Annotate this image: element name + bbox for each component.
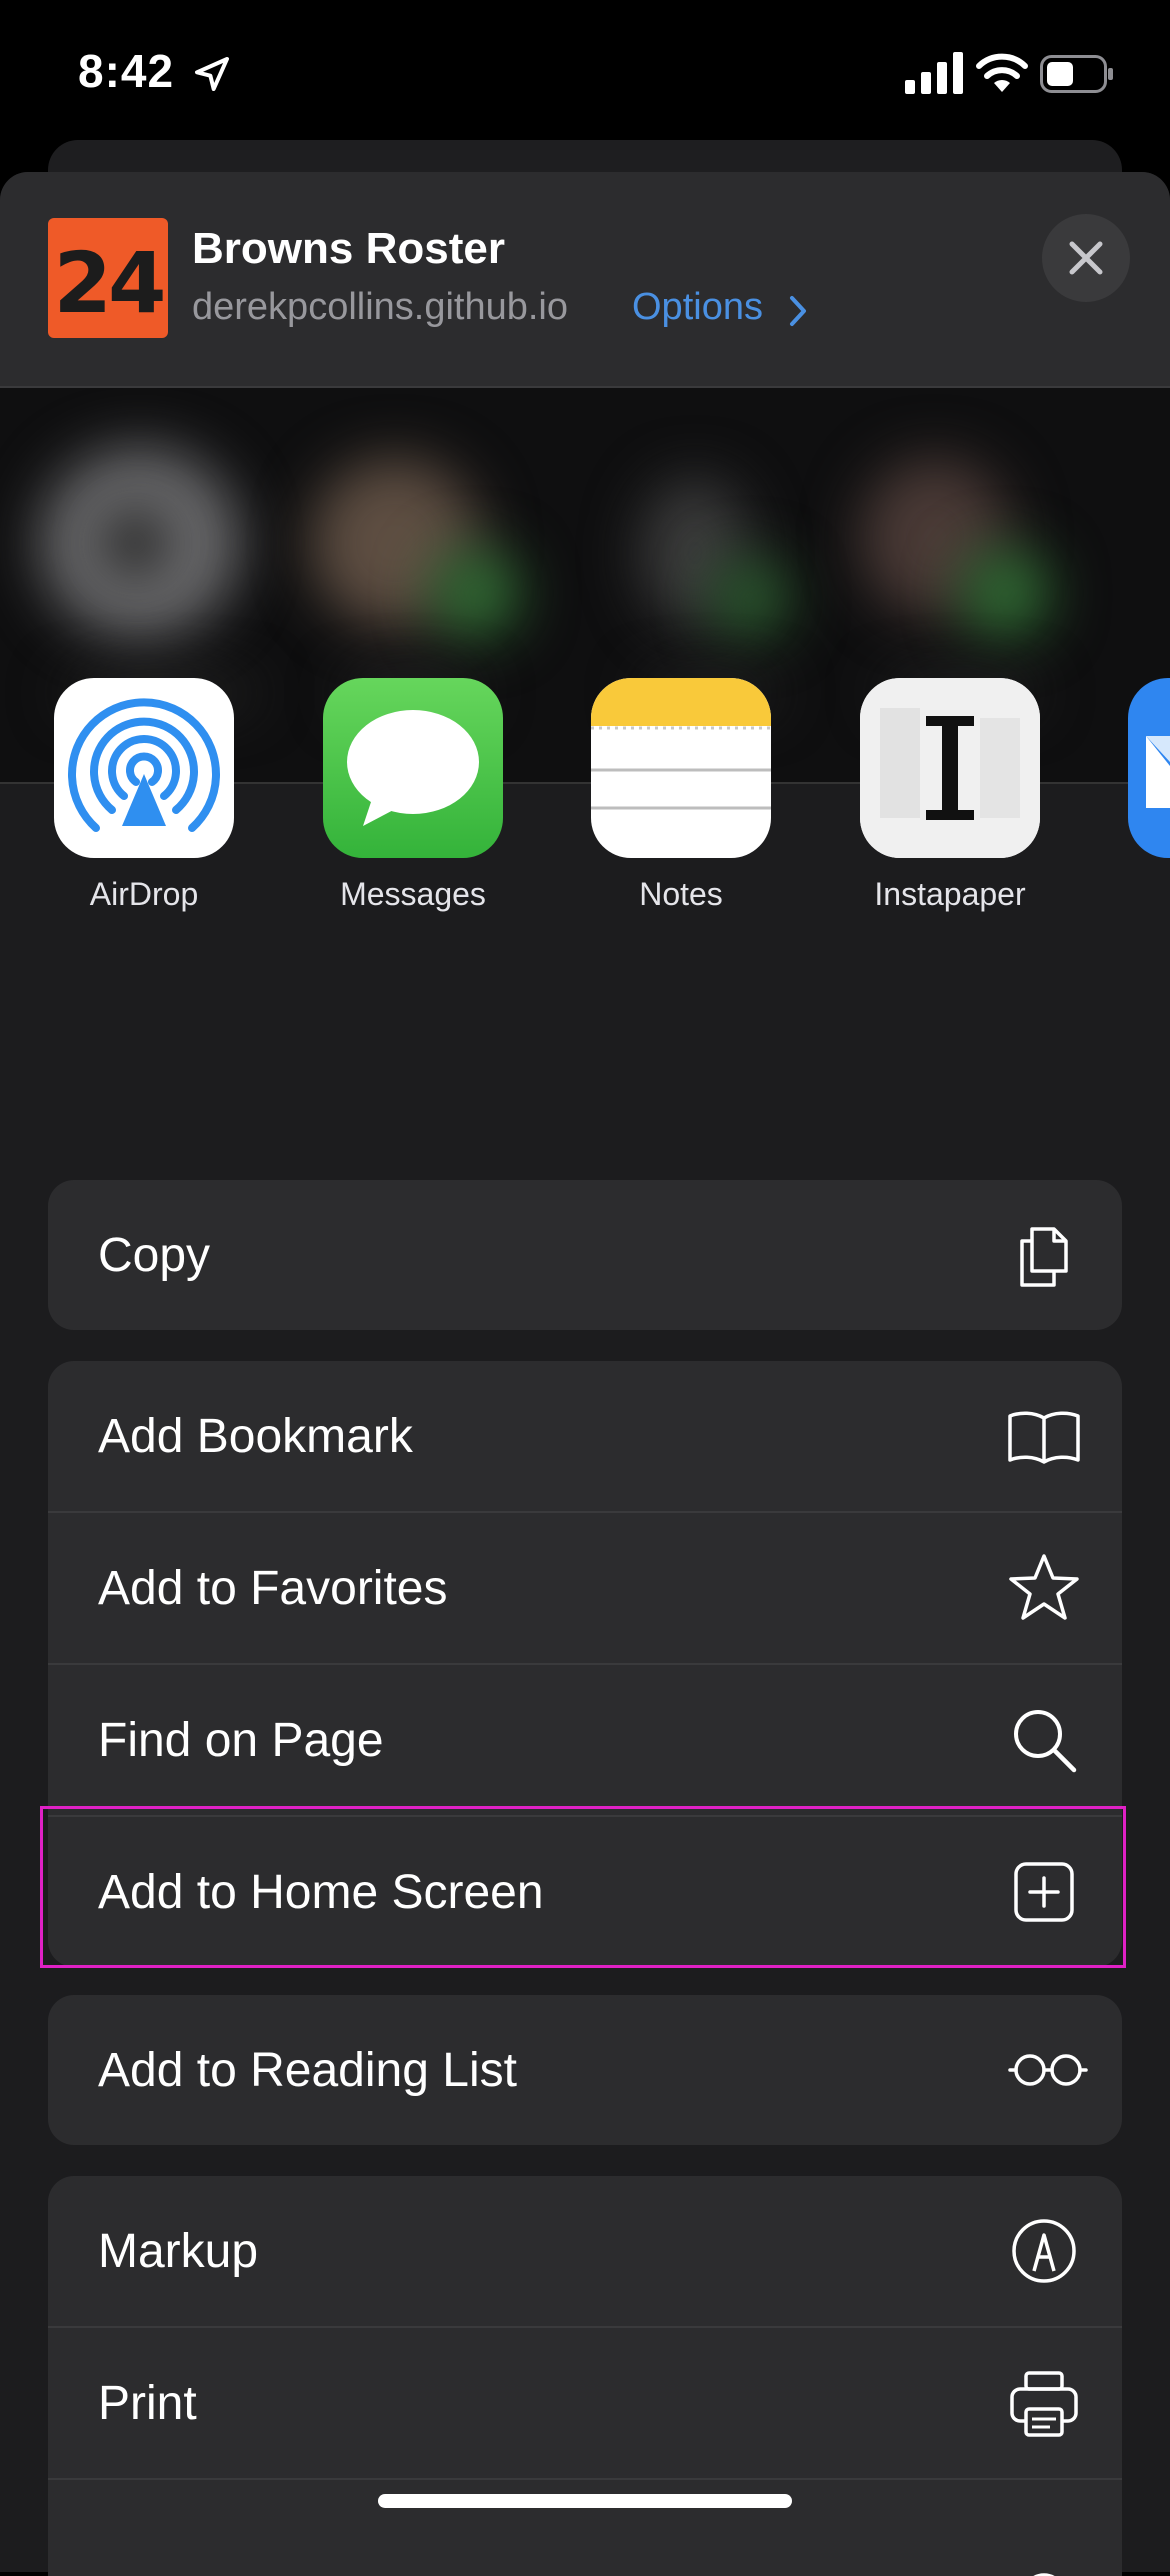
messages-app-button[interactable] — [323, 678, 503, 858]
find-on-page-label: Find on Page — [98, 1714, 384, 1767]
contact-app-badge — [710, 558, 790, 638]
wifi-icon — [976, 53, 1028, 92]
notes-icon — [591, 678, 771, 810]
location-arrow-icon — [195, 57, 229, 91]
markup-label: Markup — [98, 2225, 259, 2278]
markup-action[interactable]: Markup — [48, 2176, 1122, 2326]
reading-list-group: Add to Reading List — [48, 1995, 1122, 2145]
share-header: 24 Browns Roster derekpcollins.github.io… — [0, 172, 1170, 386]
options-link[interactable]: Options — [632, 286, 763, 329]
site-title: Browns Roster — [192, 224, 505, 273]
add-to-favorites-action[interactable]: Add to Favorites — [48, 1511, 1122, 1663]
partial-icon — [1033, 2573, 1055, 2576]
close-button[interactable] — [1042, 214, 1130, 302]
print-label: Print — [98, 2377, 197, 2430]
markup-pen-icon — [1012, 2219, 1076, 2283]
airdrop-app-button[interactable] — [54, 678, 234, 858]
mail-app-button-partial[interactable] — [1128, 678, 1170, 858]
contact-avatar-shade — [100, 508, 170, 578]
mail-icon — [1146, 736, 1170, 808]
search-icon — [1014, 1710, 1077, 1773]
airdrop-label: AirDrop — [89, 876, 199, 912]
cellular-signal-icon — [905, 52, 963, 94]
glasses-icon — [1008, 2054, 1088, 2086]
battery-icon — [1040, 55, 1113, 93]
home-indicator[interactable] — [378, 2494, 792, 2508]
messages-label: Messages — [340, 876, 486, 912]
instapaper-app-button[interactable] — [860, 678, 1040, 858]
site-icon: 24 — [48, 218, 168, 338]
add-to-reading-list-action[interactable]: Add to Reading List — [48, 1995, 1122, 2145]
notes-app-button[interactable] — [591, 678, 771, 858]
star-icon — [1009, 1554, 1079, 1620]
book-icon — [1008, 1411, 1080, 1464]
chevron-right-icon[interactable] — [786, 294, 810, 328]
status-time: 8:42 — [78, 45, 175, 97]
add-bookmark-action[interactable]: Add Bookmark — [48, 1361, 1122, 1511]
print-action[interactable]: Print — [48, 2326, 1122, 2478]
add-to-favorites-label: Add to Favorites — [98, 1562, 448, 1615]
highlight-box — [40, 1806, 1126, 1968]
copy-group: Copy — [48, 1180, 1122, 1330]
copy-label: Copy — [98, 1229, 211, 1282]
add-bookmark-label: Add Bookmark — [98, 1410, 413, 1463]
instapaper-icon — [860, 678, 1040, 858]
contact-app-badge — [430, 548, 520, 638]
airdrop-icon — [68, 698, 220, 832]
contact-app-badge — [960, 548, 1050, 638]
printer-icon — [1010, 2371, 1078, 2437]
copy-action[interactable]: Copy — [48, 1180, 1122, 1330]
copy-icon — [1020, 1227, 1068, 1287]
site-icon-text: 24 — [53, 234, 167, 332]
markup-print-group: Markup Print — [48, 2176, 1122, 2576]
add-to-reading-list-label: Add to Reading List — [98, 2044, 517, 2097]
next-action-partial[interactable] — [48, 2478, 1122, 2576]
find-on-page-action[interactable]: Find on Page — [48, 1663, 1122, 1815]
close-icon — [1069, 241, 1103, 275]
messages-icon — [347, 710, 479, 826]
notes-label: Notes — [639, 876, 723, 912]
status-bar: 8:42 — [0, 0, 1170, 140]
site-url: derekpcollins.github.io — [192, 286, 569, 328]
instapaper-label: Instapaper — [874, 876, 1026, 912]
